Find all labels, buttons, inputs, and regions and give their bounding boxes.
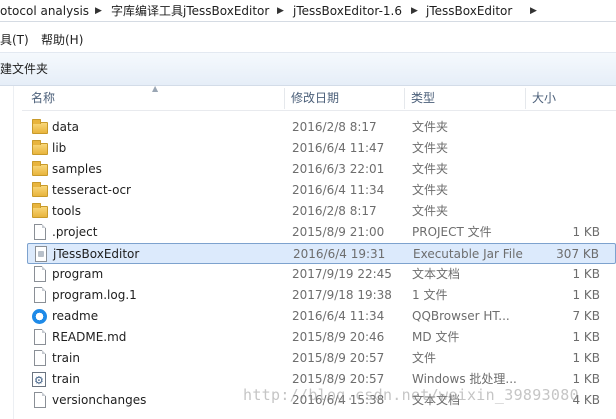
file-type: 文件夹: [412, 183, 449, 197]
file-type: 文件夹: [412, 162, 449, 176]
file-icon: [34, 392, 46, 408]
file-name: train: [52, 351, 80, 365]
file-row[interactable]: samples 2016/6/3 22:01 文件夹: [27, 159, 616, 180]
file-name: train: [52, 372, 80, 386]
file-type: 文件夹: [412, 120, 449, 134]
file-icon: [34, 350, 46, 366]
file-size: 1 KB: [572, 288, 600, 302]
file-type: 文件夹: [412, 204, 449, 218]
folder-icon: [32, 140, 48, 155]
file-row[interactable]: readme 2016/6/4 11:34 QQBrowser HT... 7 KB: [27, 306, 616, 327]
menu-help[interactable]: 帮助(H): [41, 32, 83, 48]
file-icon: [34, 266, 46, 282]
menu-bar: 具(T) 帮助(H): [0, 30, 616, 51]
file-date: 2016/6/4 11:34: [292, 183, 385, 197]
file-name: lib: [52, 141, 67, 155]
new-folder-button[interactable]: 建文件夹: [0, 61, 48, 77]
file-type: QQBrowser HT...: [412, 309, 510, 323]
breadcrumb-item[interactable]: otocol analysis: [0, 3, 89, 19]
browser-icon: [32, 309, 47, 324]
file-size: 7 KB: [572, 309, 600, 323]
file-row[interactable]: .project 2015/8/9 21:00 PROJECT 文件 1 KB: [27, 222, 616, 243]
file-size: 1 KB: [572, 225, 600, 239]
toolbar: 建文件夹: [0, 52, 616, 86]
file-name: jTessBoxEditor: [53, 247, 140, 261]
file-date: 2016/6/4 11:34: [292, 309, 385, 323]
file-row[interactable]: tools 2016/2/8 8:17 文件夹: [27, 201, 616, 222]
file-icon: [34, 224, 46, 240]
watermark: http://blog.csdn.net/weixin_39893080: [243, 386, 579, 404]
file-name: versionchanges: [52, 393, 147, 407]
folder-icon: [32, 119, 48, 134]
file-name: README.md: [52, 330, 127, 344]
breadcrumb-arrow-icon[interactable]: ▶: [411, 3, 418, 19]
navigation-pane[interactable]: [0, 86, 14, 419]
file-name: .project: [52, 225, 98, 239]
column-divider[interactable]: [284, 88, 285, 109]
file-name: data: [52, 120, 80, 134]
file-name: tesseract-ocr: [52, 183, 131, 197]
file-size: 1 KB: [572, 351, 600, 365]
file-date: 2016/2/8 8:17: [292, 204, 377, 218]
column-divider[interactable]: [525, 88, 526, 109]
file-date: 2017/9/19 22:45: [292, 267, 392, 281]
file-type: PROJECT 文件: [412, 225, 492, 239]
file-type: 1 文件: [412, 288, 448, 302]
breadcrumb-arrow-icon[interactable]: ▶: [530, 3, 537, 19]
file-date: 2016/6/3 22:01: [292, 162, 385, 176]
breadcrumb-item[interactable]: jTessBoxEditor: [426, 3, 512, 19]
file-row[interactable]: data 2016/2/8 8:17 文件夹: [27, 117, 616, 138]
menu-tools[interactable]: 具(T): [0, 32, 29, 48]
file-row[interactable]: tesseract-ocr 2016/6/4 11:34 文件夹: [27, 180, 616, 201]
file-type: Executable Jar File: [413, 247, 523, 261]
column-size[interactable]: 大小: [532, 86, 556, 111]
file-name: program.log.1: [52, 288, 137, 302]
file-type: 文本文档: [412, 267, 461, 281]
file-date: 2016/6/4 11:47: [292, 141, 385, 155]
file-row[interactable]: README.md 2015/8/9 20:46 MD 文件 1 KB: [27, 327, 616, 348]
file-size: 307 KB: [556, 247, 599, 261]
file-type: 文件夹: [412, 141, 449, 155]
folder-icon: [32, 182, 48, 197]
batch-file-icon: [32, 370, 46, 391]
jar-file-icon: [35, 246, 47, 262]
file-type: 文件: [412, 351, 437, 365]
breadcrumb-arrow-icon[interactable]: ▶: [277, 3, 284, 19]
column-date[interactable]: 修改日期: [291, 86, 339, 111]
file-name: program: [52, 267, 104, 281]
file-date: 2015/8/9 20:46: [292, 330, 385, 344]
file-name: tools: [52, 204, 81, 218]
file-row[interactable]: lib 2016/6/4 11:47 文件夹: [27, 138, 616, 159]
folder-icon: [32, 161, 48, 176]
file-icon: [34, 287, 46, 303]
file-type: MD 文件: [412, 330, 460, 344]
column-type[interactable]: 类型: [411, 86, 435, 111]
column-header: ▲ 名称 修改日期 类型 大小: [22, 84, 616, 111]
file-date: 2015/8/9 20:57: [292, 351, 385, 365]
folder-icon: [32, 203, 48, 218]
file-date: 2015/8/9 21:00: [292, 225, 385, 239]
file-date: 2016/2/8 8:17: [292, 120, 377, 134]
column-divider[interactable]: [404, 88, 405, 109]
file-name: samples: [52, 162, 102, 176]
file-size: 1 KB: [572, 267, 600, 281]
file-icon: [34, 329, 46, 345]
file-row[interactable]: jTessBoxEditor 2016/6/4 19:31 Executable J…: [27, 243, 616, 264]
column-name[interactable]: 名称: [31, 86, 55, 111]
file-row[interactable]: train 2015/8/9 20:57 文件 1 KB: [27, 348, 616, 369]
breadcrumb-item[interactable]: jTessBoxEditor-1.6: [293, 3, 402, 19]
file-date: 2017/9/18 19:38: [292, 288, 392, 302]
file-name: readme: [52, 309, 99, 323]
file-row[interactable]: program.log.1 2017/9/18 19:38 1 文件 1 KB: [27, 285, 616, 306]
address-bar[interactable]: otocol analysis ▶ 字库编译工具jTessBoxEditor ▶…: [0, 0, 616, 22]
breadcrumb-arrow-icon[interactable]: ▶: [95, 3, 102, 19]
sort-up-icon: ▲: [152, 84, 159, 93]
file-row[interactable]: program 2017/9/19 22:45 文本文档 1 KB: [27, 264, 616, 285]
file-size: 1 KB: [572, 330, 600, 344]
file-date: 2016/6/4 19:31: [293, 247, 386, 261]
breadcrumb-item[interactable]: 字库编译工具jTessBoxEditor: [111, 3, 269, 19]
